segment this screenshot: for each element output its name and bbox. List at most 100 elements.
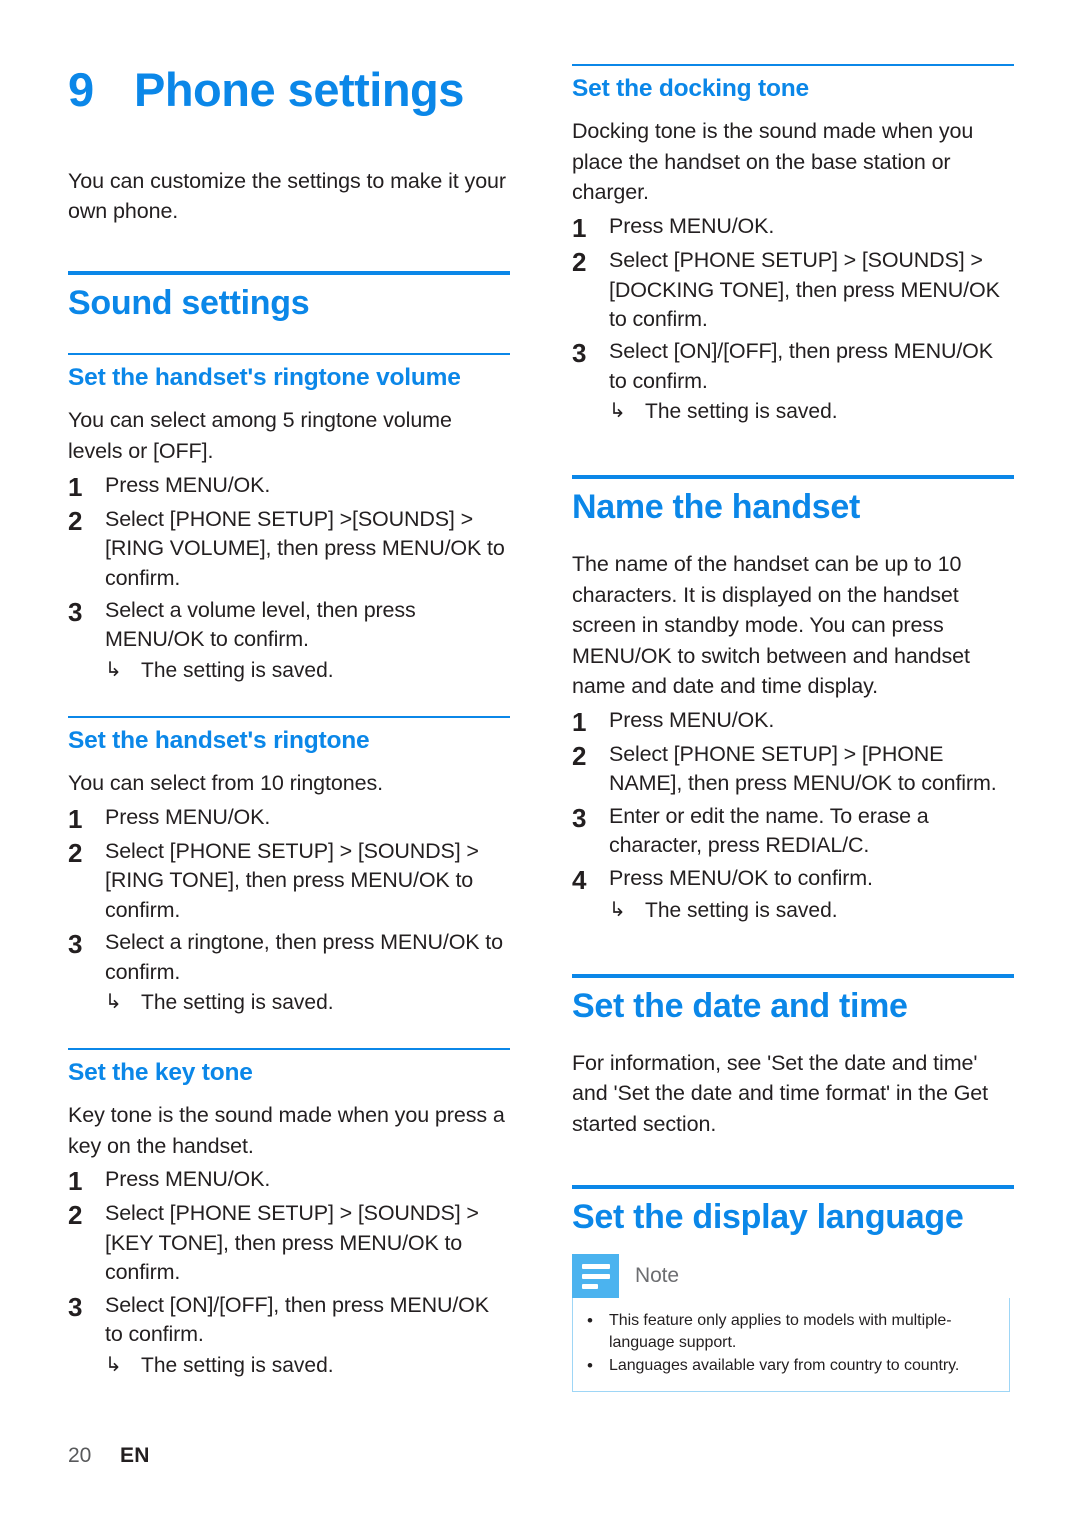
step-number: 2 xyxy=(68,837,82,868)
subsection-rule xyxy=(68,1047,510,1050)
step-item: 3 Select [ON]/[OFF], then press MENU/OK … xyxy=(572,337,1014,396)
step-item: 2 Select [PHONE SETUP] > [SOUNDS] > [RIN… xyxy=(68,837,510,925)
page-number: 20 xyxy=(68,1444,92,1467)
section-body: The name of the handset can be up to 10 … xyxy=(572,552,970,699)
step-number: 3 xyxy=(68,929,82,960)
chapter-title: 9 Phone settings xyxy=(68,64,510,114)
subsection-title: Set the handset's ringtone volume xyxy=(68,364,461,392)
step-text: Press MENU/OK. xyxy=(105,472,271,497)
subsection-rule xyxy=(572,64,1014,66)
step-result: ↳ The setting is saved. xyxy=(105,657,510,686)
step-text: Select [PHONE SETUP] >[SOUNDS] > [RING V… xyxy=(105,506,505,590)
language-code: EN xyxy=(120,1444,150,1467)
chapter-number: 9 xyxy=(68,63,94,116)
step-list: 1 Press MENU/OK. 2 Select [PHONE SETUP] … xyxy=(68,471,510,686)
step-number: 4 xyxy=(572,864,586,895)
step-item: 1 Press MENU/OK. xyxy=(68,803,510,834)
result-arrow-icon: ↳ xyxy=(105,991,122,1014)
chapter-intro: You can customize the settings to make i… xyxy=(68,168,506,224)
step-number: 2 xyxy=(68,505,82,536)
step-result: ↳ The setting is saved. xyxy=(105,989,510,1018)
result-arrow-icon: ↳ xyxy=(609,898,626,921)
step-number: 1 xyxy=(68,1166,82,1197)
step-number: 2 xyxy=(68,1200,82,1231)
step-text: Select [PHONE SETUP] > [SOUNDS] > [KEY T… xyxy=(105,1201,479,1285)
step-item: 1 Press MENU/OK. xyxy=(572,212,1014,243)
step-number: 1 xyxy=(572,212,586,243)
subsection-body: Key tone is the sound made when you pres… xyxy=(68,1103,505,1158)
note-header: Note xyxy=(572,1254,1010,1299)
bullet-icon: • xyxy=(587,1356,593,1376)
step-text: Press MENU/OK. xyxy=(105,1167,271,1192)
step-item: 2 Select [PHONE SETUP] >[SOUNDS] > [RING… xyxy=(68,505,510,593)
step-item: 1 Press MENU/OK. xyxy=(68,471,510,502)
step-text: Select [PHONE SETUP] > [SOUNDS] > [RING … xyxy=(105,838,479,922)
step-number: 1 xyxy=(572,706,586,737)
step-list: 1 Press MENU/OK. 2 Select [PHONE SETUP] … xyxy=(572,212,1014,427)
section-title: Name the handset xyxy=(572,488,861,527)
subsection-docking-tone: Set the docking tone Docking tone is the… xyxy=(572,64,1014,427)
section-rule xyxy=(572,1185,1014,1190)
step-text: Enter or edit the name. To erase a chara… xyxy=(609,803,929,858)
step-result: ↳ The setting is saved. xyxy=(609,398,1014,427)
subsection-title: Set the docking tone xyxy=(572,75,809,102)
result-text: The setting is saved. xyxy=(141,658,334,682)
section-title: Set the date and time xyxy=(572,986,908,1025)
section-name-the-handset: Name the handset The name of the handset… xyxy=(572,475,1014,926)
subsection-body: You can select among 5 ringtone volume l… xyxy=(68,408,452,463)
step-text: Press MENU/OK to confirm. xyxy=(609,865,873,890)
step-number: 3 xyxy=(68,1291,82,1322)
chapter-heading-text: Phone settings xyxy=(134,63,464,116)
step-item: 4 Press MENU/OK to confirm. xyxy=(572,864,1014,895)
section-set-display-language: Set the display language Note • This fea… xyxy=(572,1185,1014,1392)
step-item: 2 Select [PHONE SETUP] > [SOUNDS] > [DOC… xyxy=(572,246,1014,334)
step-number: 2 xyxy=(572,247,586,278)
step-item: 3 Enter or edit the name. To erase a cha… xyxy=(572,802,1014,861)
step-item: 2 Select [PHONE SETUP] > [SOUNDS] > [KEY… xyxy=(68,1199,510,1287)
step-number: 1 xyxy=(68,471,82,502)
manual-page: 9 Phone settings You can customize the s… xyxy=(0,0,1080,1527)
right-column: Set the docking tone Docking tone is the… xyxy=(572,64,1014,1392)
step-item: 3 Select a volume level, then press MENU… xyxy=(68,596,510,655)
note-list-item: • Languages available vary from country … xyxy=(587,1355,995,1376)
section-body: For information, see 'Set the date and t… xyxy=(572,1050,989,1136)
note-item-text: This feature only applies to models with… xyxy=(609,1312,952,1351)
step-number: 2 xyxy=(572,740,586,771)
note-box: Note • This feature only applies to mode… xyxy=(572,1254,1010,1392)
step-item: 1 Press MENU/OK. xyxy=(68,1165,510,1196)
subsection-body: You can select from 10 ringtones. xyxy=(68,771,384,796)
note-icon xyxy=(572,1254,619,1299)
step-text: Select a volume level, then press MENU/O… xyxy=(105,598,416,652)
subsection-ringtone: Set the handset's ringtone You can selec… xyxy=(68,715,510,1018)
note-list: • This feature only applies to models wi… xyxy=(587,1310,995,1376)
result-text: The setting is saved. xyxy=(645,400,838,424)
result-text: The setting is saved. xyxy=(645,898,838,922)
subsection-key-tone: Set the key tone Key tone is the sound m… xyxy=(68,1047,510,1381)
subsection-title: Set the key tone xyxy=(68,1058,253,1086)
subsection-title: Set the handset's ringtone xyxy=(68,726,370,754)
result-arrow-icon: ↳ xyxy=(609,400,626,423)
result-text: The setting is saved. xyxy=(141,991,334,1015)
subsection-body: Docking tone is the sound made when you … xyxy=(572,119,974,205)
note-content: • This feature only applies to models wi… xyxy=(572,1298,1010,1392)
step-item: 3 Select a ringtone, then press MENU/OK … xyxy=(68,928,510,987)
bullet-icon: • xyxy=(587,1311,593,1331)
note-list-item: • This feature only applies to models wi… xyxy=(587,1310,995,1353)
step-text: Press MENU/OK. xyxy=(609,707,775,732)
page-footer: 20 EN xyxy=(68,1444,150,1468)
subsection-rule xyxy=(68,353,510,356)
step-item: 3 Select [ON]/[OFF], then press MENU/OK … xyxy=(68,1291,510,1350)
section-sound-settings: Sound settings xyxy=(68,270,510,323)
step-text: Press MENU/OK. xyxy=(609,213,775,238)
step-number: 1 xyxy=(68,803,82,834)
step-text: Press MENU/OK. xyxy=(105,804,271,829)
section-rule xyxy=(572,973,1014,978)
step-text: Select a ringtone, then press MENU/OK to… xyxy=(105,930,503,984)
section-title: Set the display language xyxy=(572,1198,964,1237)
step-list: 1 Press MENU/OK. 2 Select [PHONE SETUP] … xyxy=(68,1165,510,1380)
step-number: 3 xyxy=(68,597,82,628)
section-set-date-and-time: Set the date and time For information, s… xyxy=(572,973,1014,1140)
step-item: 2 Select [PHONE SETUP] > [PHONE NAME], t… xyxy=(572,740,1014,799)
section-title: Sound settings xyxy=(68,283,310,322)
step-list: 1 Press MENU/OK. 2 Select [PHONE SETUP] … xyxy=(68,803,510,1018)
